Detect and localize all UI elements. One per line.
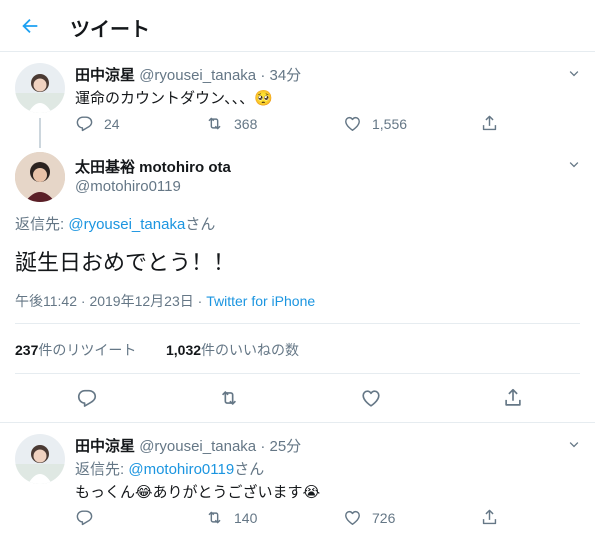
header-bar: ツイート [0,0,595,52]
chevron-down-icon[interactable] [566,437,582,453]
share-icon [482,509,497,525]
reply-count: 24 [104,115,120,132]
user-handle[interactable]: @motohiro0119 [75,178,181,195]
chevron-down-icon[interactable] [566,157,582,173]
reply-button[interactable] [75,508,94,527]
like-button[interactable] [360,387,382,409]
share-icon [505,388,521,406]
retweet-count: 140 [234,509,258,526]
tweet-text: 運命のカウントダウン、、、 [75,90,255,107]
share-button[interactable] [480,508,499,527]
reply-icon [76,116,93,132]
reply-icon [76,510,93,526]
retweet-button[interactable]: 140 [205,508,257,527]
display-name[interactable]: 太田基裕 motohiro ota [75,159,231,176]
reply-context: 返信先: @ryousei_tanakaさん [15,216,216,233]
share-icon [482,115,497,131]
user-handle[interactable]: @ryousei_tanaka [139,67,256,84]
tweet-source[interactable]: Twitter for iPhone [206,293,315,309]
reply-button[interactable]: 24 [75,114,120,133]
back-arrow-icon [22,18,38,34]
divider [15,323,580,324]
retweet-button[interactable] [218,387,240,409]
like-count: 726 [372,509,396,526]
reply-to-link[interactable]: @ryousei_tanaka [68,216,185,233]
avatar-image [15,63,65,113]
avatar[interactable] [15,152,65,202]
retweet-stat[interactable]: 237件のリツイート [15,340,136,360]
divider [0,422,595,423]
like-button[interactable]: 1,556 [343,114,407,133]
tweet-date[interactable]: 2019年12月23日 [89,293,193,309]
display-name[interactable]: 田中涼星 [75,67,135,84]
tweet-text: ありがとうございます [152,484,303,501]
pleading-face-emoji: 🥺 [254,90,273,107]
avatar[interactable] [15,434,65,484]
like-button[interactable]: 726 [343,508,395,527]
reply-button[interactable] [76,387,98,409]
share-button[interactable] [502,387,524,409]
thread-connector [39,118,41,148]
retweet-icon [208,511,221,524]
chevron-down-icon[interactable] [566,66,582,82]
reply-icon [77,389,97,407]
tweet-time[interactable]: 午後11:42 [15,293,77,309]
separator: · [260,67,266,84]
like-icon [362,390,380,407]
divider [15,373,580,374]
like-stat[interactable]: 1,032件のいいねの数 [166,340,299,360]
avatar-image [15,152,65,202]
timestamp[interactable]: 34分 [270,67,302,84]
like-count: 1,556 [372,115,408,132]
like-icon [345,116,360,131]
user-handle[interactable]: @ryousei_tanaka [139,438,256,455]
reply-to-link[interactable]: @motohiro0119 [128,461,234,478]
retweet-button[interactable]: 368 [205,114,257,133]
timestamp[interactable]: 25分 [270,438,302,455]
tweet-text: 誕生日おめでとう！！ [15,250,236,275]
avatar[interactable] [15,63,65,113]
display-name[interactable]: 田中涼星 [75,438,135,455]
crying-face-emoji: 😭 [302,484,321,501]
separator: · [260,438,266,455]
avatar-image [15,434,65,484]
reply-context: 返信先: @motohiro0119さん [75,461,265,478]
tweet-text: もっくん [75,484,136,501]
tweet-meta: 午後11:42 · 2019年12月23日 · Twitter for iPho… [15,293,316,309]
retweet-icon [221,391,237,405]
like-icon [345,510,360,525]
retweet-count: 368 [234,115,258,132]
share-button[interactable] [480,114,499,133]
back-button[interactable] [14,10,46,42]
page-title: ツイート [70,19,150,41]
tears-of-joy-emoji: 😂 [135,484,153,501]
retweet-icon [208,117,221,130]
